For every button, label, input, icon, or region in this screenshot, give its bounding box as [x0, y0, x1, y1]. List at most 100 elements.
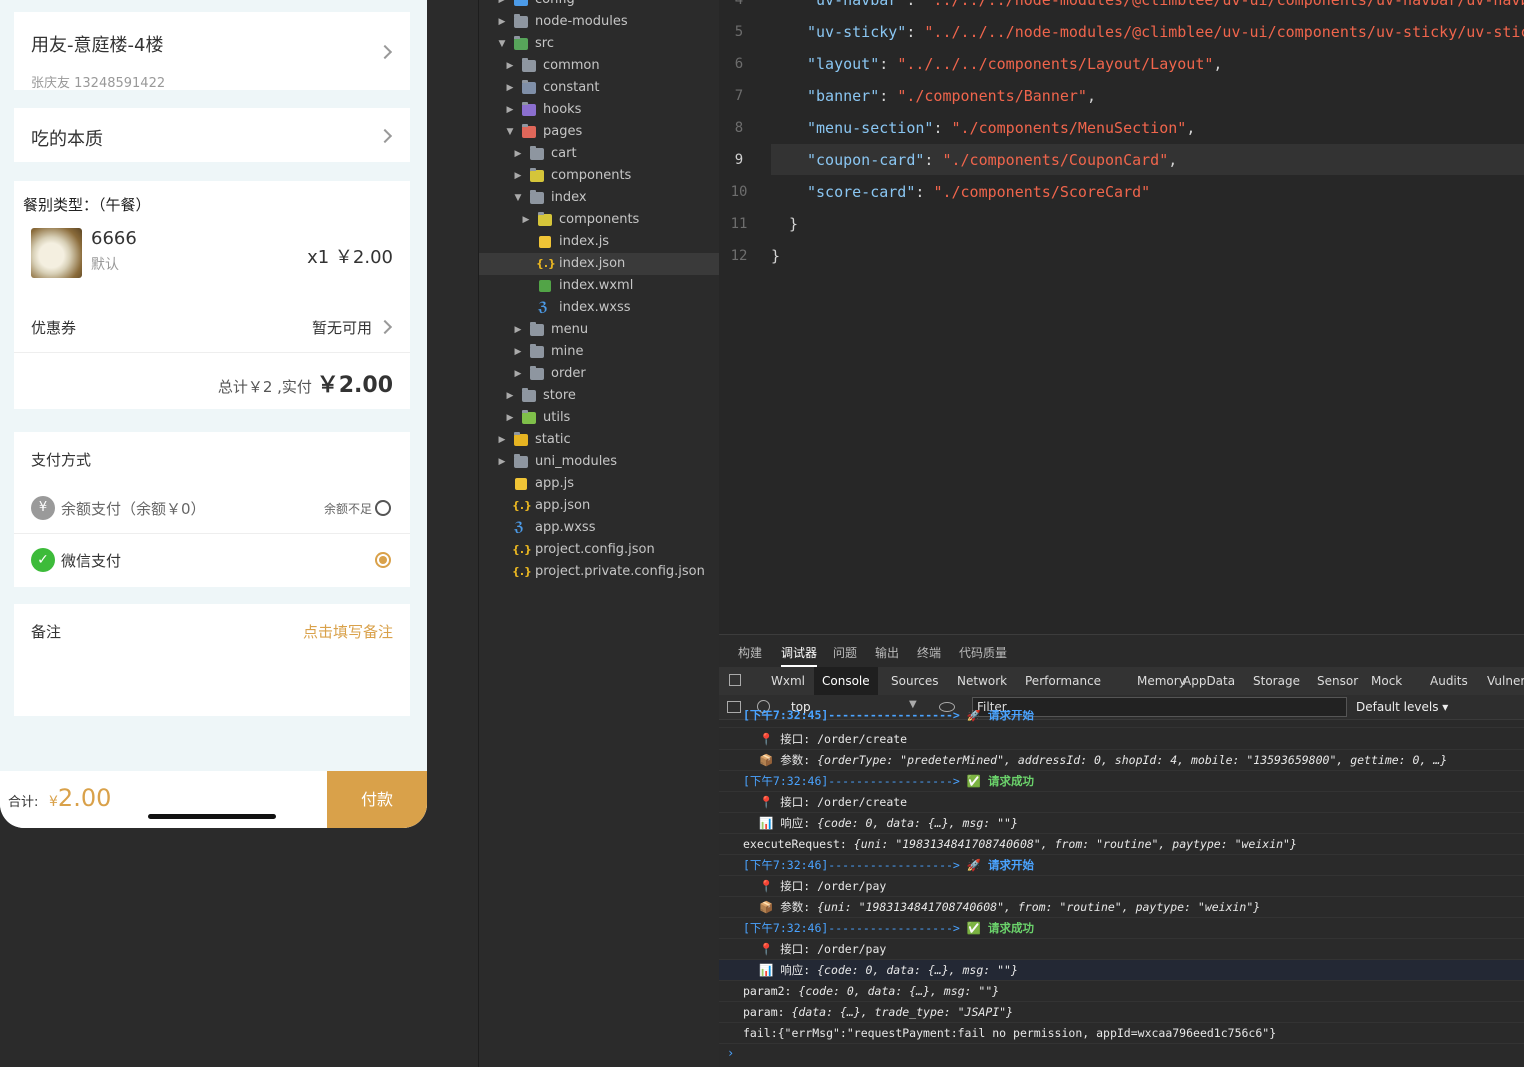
tab-debugger[interactable]: 调试器: [781, 644, 818, 667]
folder-icon: [530, 146, 544, 160]
line-number: 7: [734, 88, 744, 104]
tree-item-index[interactable]: ▼ index: [479, 187, 719, 209]
json-file-icon: {.}: [512, 565, 532, 578]
item-qty-price: x1 ￥2.00: [307, 247, 393, 268]
wechat-pay-icon: ✓: [31, 548, 55, 572]
order-total: 总计￥2 ,实付 ￥2.00: [218, 367, 393, 399]
wechat-radio[interactable]: [375, 552, 391, 568]
tree-item-constant[interactable]: ▶ constant: [479, 77, 719, 99]
sidebar-toggle-icon[interactable]: [727, 701, 741, 713]
folder-icon: [522, 80, 536, 94]
tree-item-uni-modules[interactable]: ▶ uni_modules: [479, 451, 719, 473]
tab-mock[interactable]: Mock: [1363, 667, 1410, 695]
total-amount: ¥2.00: [49, 784, 111, 812]
tree-item-utils[interactable]: ▶ utils: [479, 407, 719, 429]
tree-item-node-modules[interactable]: ▶ node-modules: [479, 11, 719, 33]
tree-item-index-wxss[interactable]: ℨindex.wxss: [479, 297, 719, 319]
tree-item-mine[interactable]: ▶ mine: [479, 341, 719, 363]
clear-console-icon[interactable]: [757, 700, 770, 713]
folder-icon: [522, 124, 536, 138]
tab-console[interactable]: Console: [814, 667, 878, 695]
tab-build[interactable]: 构建: [738, 644, 762, 661]
tree-item-hooks[interactable]: ▶ hooks: [479, 99, 719, 121]
file-explorer: ▶config ▶node-modules ▼src ▶common ▶cons…: [478, 0, 719, 1067]
context-selector[interactable]: top: [791, 700, 811, 714]
tree-item-project-config[interactable]: {.} project.config.json: [479, 539, 719, 561]
tab-network[interactable]: Network: [949, 667, 1015, 695]
coupon-label: 优惠券: [31, 319, 77, 337]
food-image: [31, 228, 82, 278]
tree-item-app-json[interactable]: {.} app.json: [479, 495, 719, 517]
code-line: "uv-navbar": "../../../node-modules/@cli…: [807, 0, 1524, 9]
tree-item-config[interactable]: ▶config: [479, 0, 719, 11]
inspect-icon[interactable]: [729, 674, 741, 686]
tree-item-pages[interactable]: ▼ pages: [479, 121, 719, 143]
remark-action[interactable]: 点击填写备注: [303, 621, 393, 642]
balance-payment-option[interactable]: ¥ 余额支付（余额￥0） 余额不足: [14, 496, 410, 532]
tree-item-app-js[interactable]: app.js: [479, 473, 719, 495]
tree-item-order[interactable]: ▶ order: [479, 363, 719, 385]
tree-item-app-wxss[interactable]: ℨapp.wxss: [479, 517, 719, 539]
screen: 用友-意庭楼-4楼 张庆友 13248591422 吃的本质 餐别类型：（午餐）…: [0, 0, 1524, 1067]
folder-icon: [514, 454, 528, 468]
json-file-icon: {.}: [536, 257, 556, 270]
coin-icon: ¥: [31, 496, 55, 520]
chevron-down-icon[interactable]: ▼: [909, 699, 917, 710]
tree-item-components[interactable]: ▶ components: [479, 165, 719, 187]
tab-appdata[interactable]: AppData: [1175, 667, 1243, 695]
tree-item-store[interactable]: ▶ store: [479, 385, 719, 407]
tree-item-index-json[interactable]: {.} index.json: [479, 253, 719, 275]
balance-radio[interactable]: [375, 500, 391, 516]
pay-button[interactable]: 付款: [327, 771, 427, 828]
tab-audits[interactable]: Audits: [1422, 667, 1476, 695]
folder-icon: [514, 432, 528, 446]
tab-sources[interactable]: Sources: [883, 667, 946, 695]
tree-item-menu[interactable]: ▶ menu: [479, 319, 719, 341]
tree-item-index-js[interactable]: index.js: [479, 231, 719, 253]
wxss-file-icon: ℨ: [538, 300, 548, 315]
tab-wxml[interactable]: Wxml: [763, 667, 813, 695]
log-levels-select[interactable]: Default levels ▾: [1356, 700, 1448, 714]
debug-panel: 构建 调试器 问题 输出 终端 代码质量 Wxml Console Source…: [719, 634, 1524, 1067]
item-name: 6666: [91, 228, 137, 249]
eye-icon[interactable]: [939, 702, 955, 712]
tab-performance[interactable]: Performance: [1017, 667, 1109, 695]
coupon-value[interactable]: 暂无可用: [312, 317, 372, 338]
tree-item-src[interactable]: ▼ src: [479, 33, 719, 55]
chevron-right-icon[interactable]: [377, 319, 393, 335]
line-number: 10: [730, 184, 748, 200]
balance-payment-label: 余额支付（余额￥0）: [61, 500, 206, 518]
tree-item-cart[interactable]: ▶ cart: [479, 143, 719, 165]
tab-output[interactable]: 输出: [875, 644, 899, 661]
tree-item-static[interactable]: ▶ static: [479, 429, 719, 451]
code-line: "banner": "./components/Banner",: [807, 87, 1096, 105]
tab-terminal[interactable]: 终端: [917, 644, 941, 661]
folder-icon: [530, 190, 544, 204]
remark-card[interactable]: 备注 点击填写备注: [14, 604, 410, 716]
tab-storage[interactable]: Storage: [1245, 667, 1308, 695]
folder-icon: [530, 344, 544, 358]
tree-item-project-private-config[interactable]: {.} project.private.config.json: [479, 561, 719, 583]
folder-icon: [522, 58, 536, 72]
tab-code-quality[interactable]: 代码质量: [959, 644, 1007, 661]
item-spec: 默认: [91, 257, 119, 273]
code-editor[interactable]: 4 "uv-navbar": "../../../node-modules/@c…: [719, 0, 1524, 634]
shop-card[interactable]: 吃的本质: [14, 108, 410, 162]
tree-item-common[interactable]: ▶ common: [479, 55, 719, 77]
phone-simulator: 用友-意庭楼-4楼 张庆友 13248591422 吃的本质 餐别类型：（午餐）…: [0, 0, 427, 828]
wechat-payment-option[interactable]: ✓ 微信支付: [14, 546, 410, 576]
code-line: "uv-sticky": "../../../node-modules/@cli…: [807, 23, 1524, 41]
code-line: }: [789, 215, 799, 233]
chevron-right-icon: [377, 128, 393, 144]
tree-item-index-wxml[interactable]: index.wxml: [479, 275, 719, 297]
tree-item-index-components[interactable]: ▶ components: [479, 209, 719, 231]
address-card[interactable]: 用友-意庭楼-4楼 张庆友 13248591422: [14, 12, 410, 91]
tab-vulnera[interactable]: Vulnera: [1479, 667, 1524, 695]
tab-sensor[interactable]: Sensor: [1309, 667, 1366, 695]
line-number: 6: [734, 56, 744, 72]
filter-input[interactable]: Filter: [972, 697, 1347, 717]
code-line: "menu-section": "./components/MenuSectio…: [807, 119, 1196, 137]
console-toolbar: top ▼ Filter Default levels ▾: [719, 695, 1524, 720]
total-prefix: 总计￥2 ,实付: [217, 378, 312, 396]
tab-problems[interactable]: 问题: [833, 644, 857, 661]
